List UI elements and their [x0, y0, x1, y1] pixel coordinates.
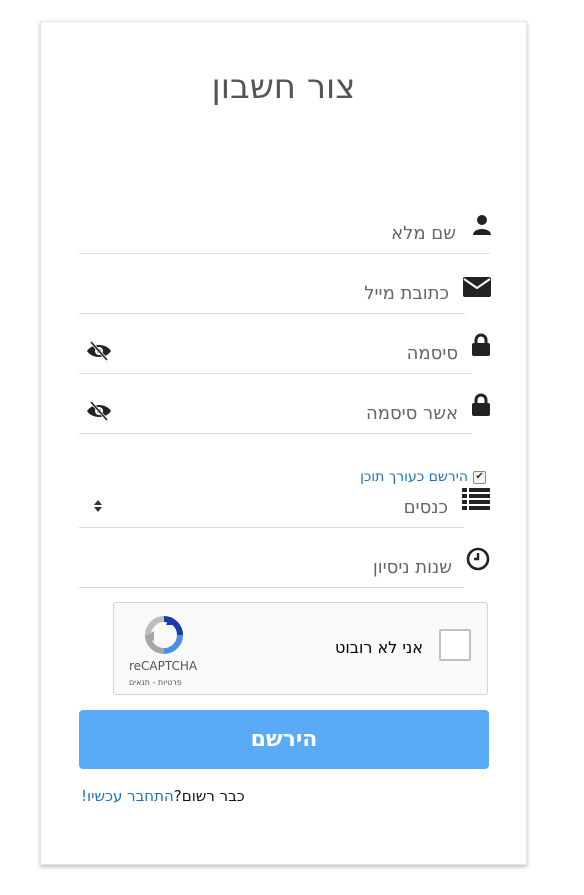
- email-placeholder: כתובת מייל: [364, 283, 449, 304]
- signup-card: צור חשבון שם מלא כתובת מייל סיסמה אשר סי…: [40, 21, 527, 865]
- eye-slash-icon[interactable]: [85, 339, 113, 363]
- already-registered-text: כבר רשום?: [173, 787, 245, 805]
- conferences-select[interactable]: כנסים: [79, 487, 464, 528]
- years-experience-placeholder: שנות ניסיון: [372, 557, 452, 578]
- lock-icon: [468, 392, 494, 418]
- conferences-select-value: כנסים: [403, 497, 448, 518]
- password-field[interactable]: סיסמה: [79, 333, 472, 374]
- recaptcha-label: אני לא רובוט: [334, 638, 423, 657]
- editor-checkbox-label: הירשם כעורך תוכן: [360, 469, 468, 485]
- sort-arrows-icon: [93, 497, 103, 515]
- editor-checkbox[interactable]: ✔: [473, 470, 486, 484]
- editor-checkbox-row[interactable]: ✔ הירשם כעורך תוכן: [360, 469, 486, 485]
- envelope-icon: [462, 274, 492, 300]
- email-field[interactable]: כתובת מייל: [79, 273, 465, 314]
- page-title: צור חשבון: [211, 67, 356, 107]
- lock-icon: [468, 332, 494, 358]
- register-button[interactable]: הירשם: [79, 710, 489, 769]
- password-placeholder: סיסמה: [406, 343, 458, 364]
- clock-icon: [465, 546, 491, 572]
- recaptcha-logo-icon: [144, 615, 184, 655]
- recaptcha-checkbox[interactable]: [439, 629, 471, 661]
- login-prompt: כבר רשום?התחבר עכשיו!: [81, 787, 245, 805]
- full-name-placeholder: שם מלא: [391, 223, 456, 244]
- confirm-password-field[interactable]: אשר סיסמה: [79, 393, 472, 434]
- full-name-field[interactable]: שם מלא: [79, 213, 490, 254]
- list-icon: [461, 486, 491, 512]
- years-experience-field[interactable]: שנות ניסיון: [79, 547, 464, 588]
- confirm-password-placeholder: אשר סיסמה: [365, 403, 458, 424]
- eye-slash-icon[interactable]: [85, 399, 113, 423]
- recaptcha-brand: reCAPTCHA: [129, 659, 198, 673]
- login-now-link[interactable]: התחבר עכשיו!: [81, 787, 174, 805]
- recaptcha-links[interactable]: פרטיות - תנאים: [129, 678, 182, 687]
- user-icon: [469, 212, 495, 238]
- recaptcha-widget: אני לא רובוט reCAPTCHA פרטיות - תנאים: [113, 602, 488, 695]
